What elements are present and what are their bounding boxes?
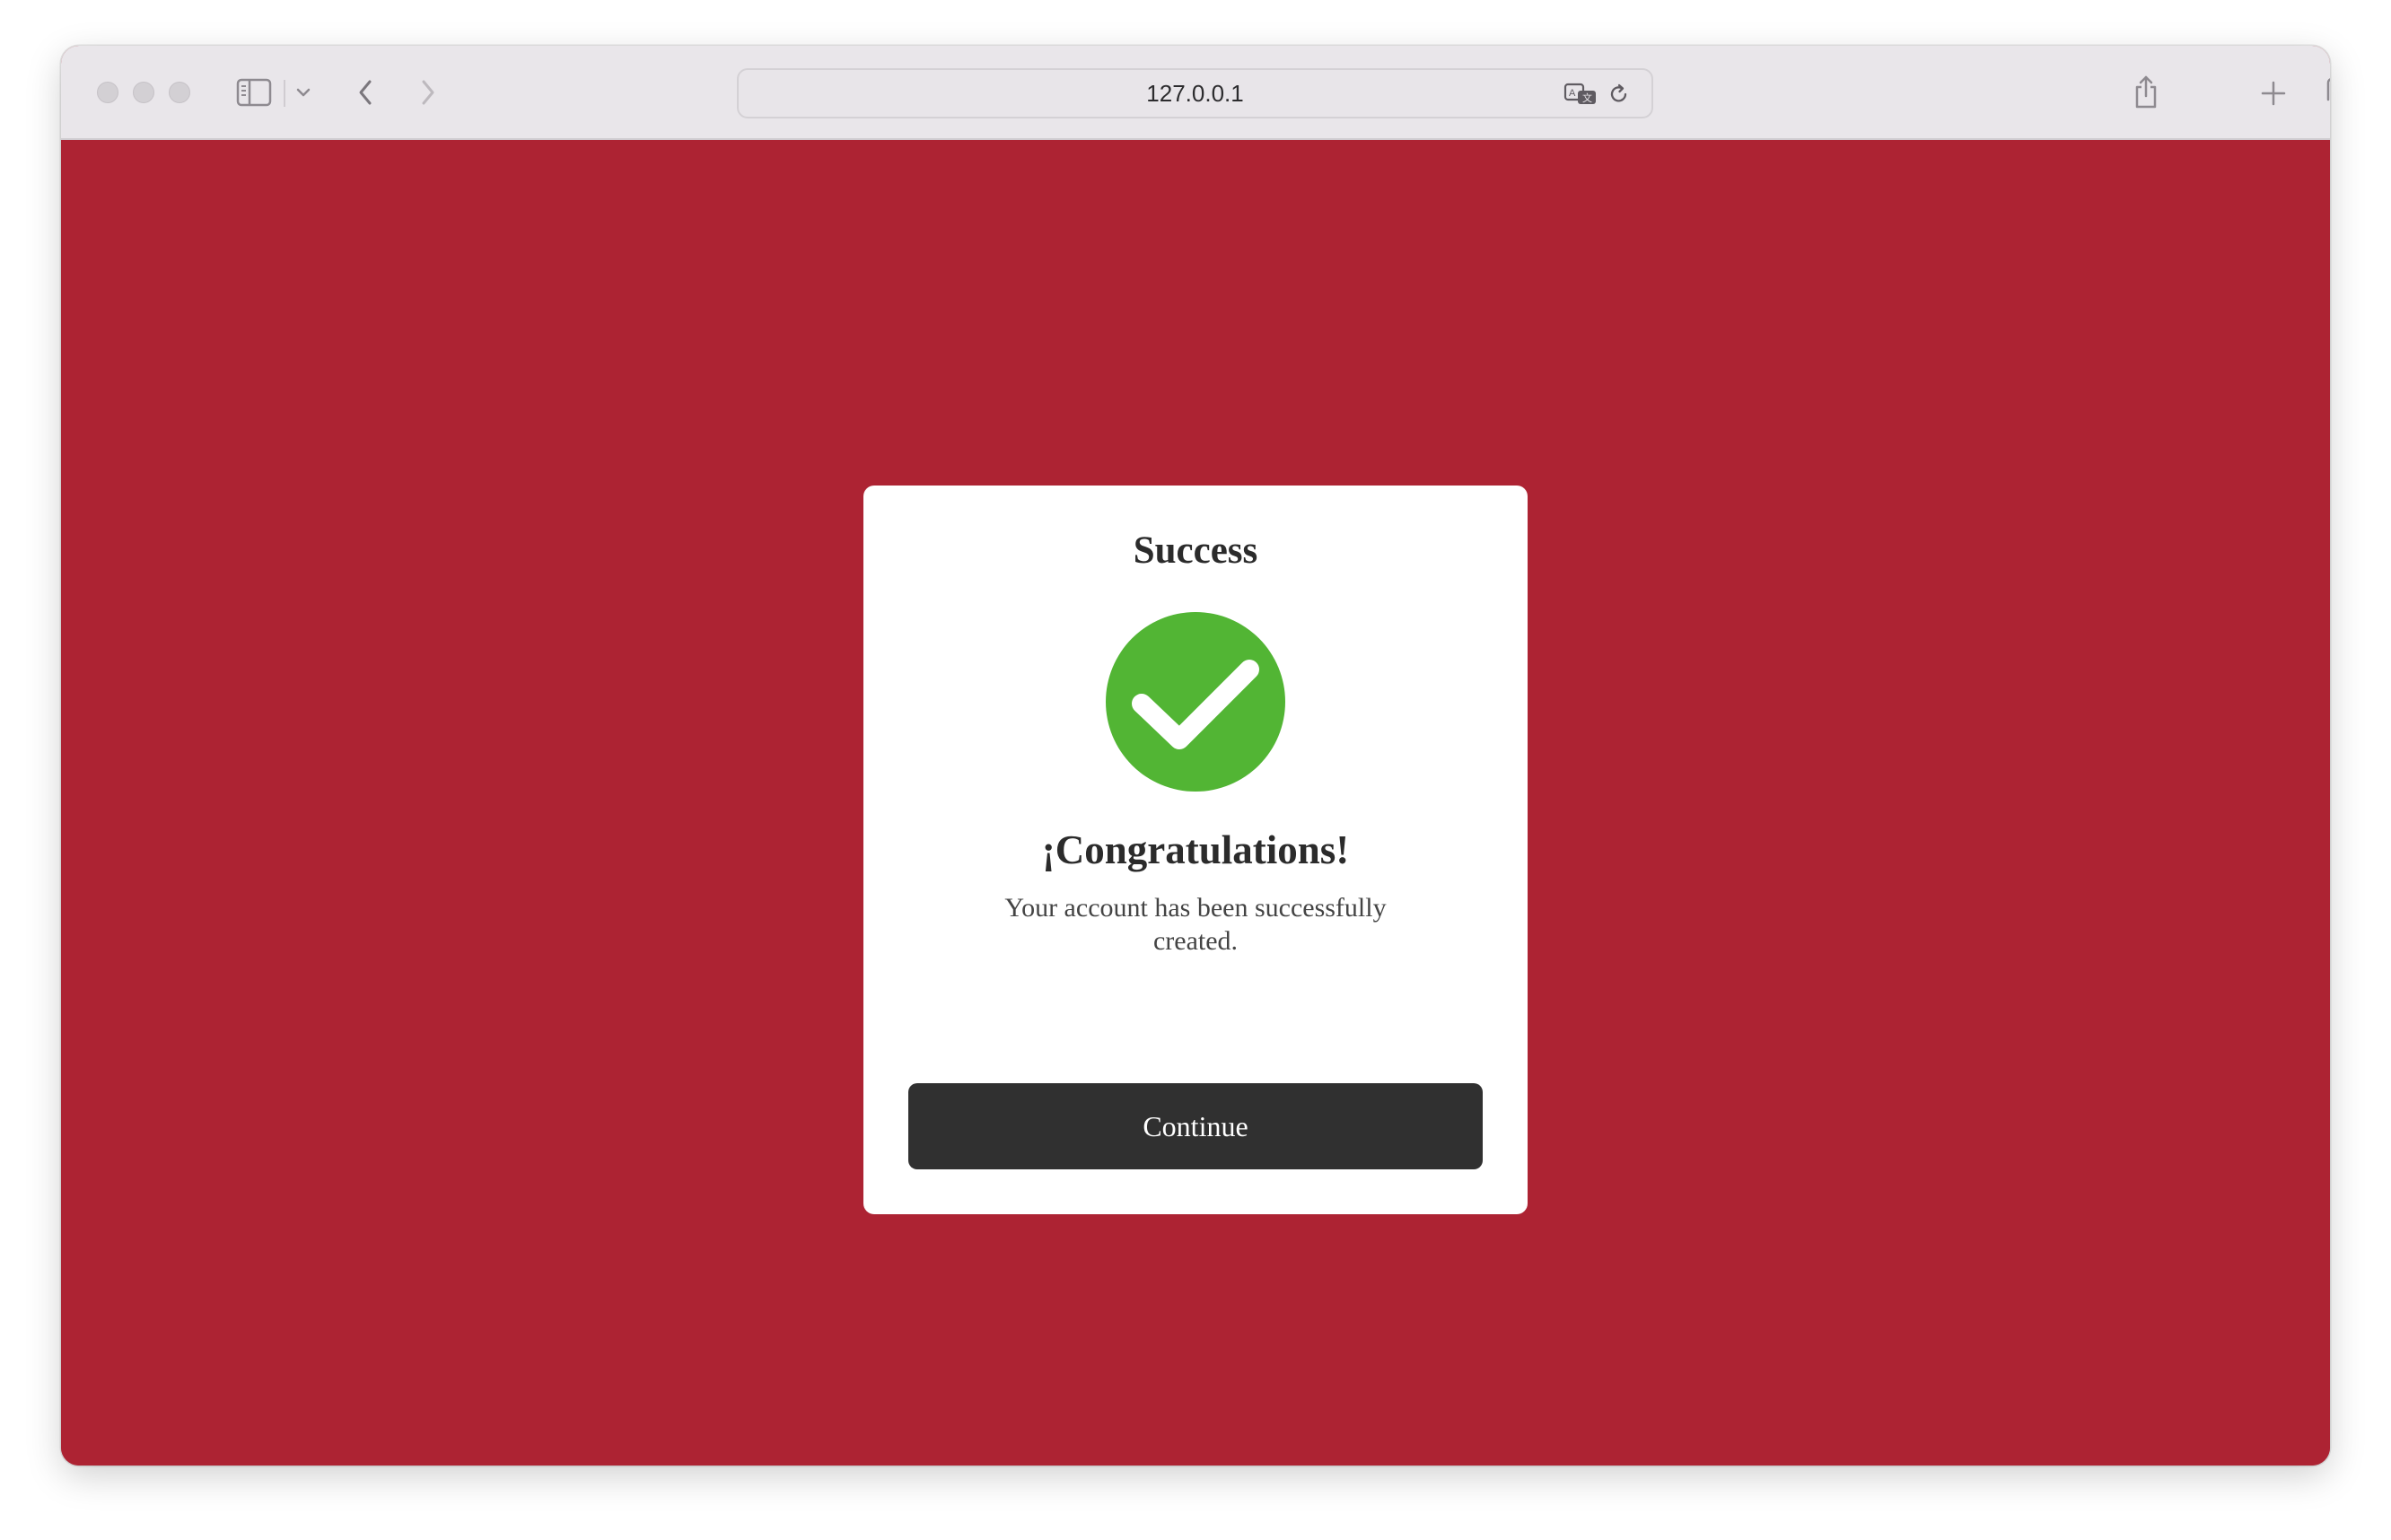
url-text: 127.0.0.1 (1146, 79, 1244, 107)
browser-window: 127.0.0.1 A 文 Success ¡Congratulations! … (61, 46, 2330, 1466)
chevron-right-icon[interactable] (415, 76, 442, 109)
success-message: Your account has been successfully creat… (1004, 893, 1387, 956)
plus-icon[interactable] (2258, 78, 2289, 109)
continue-button[interactable]: Continue (908, 1083, 1483, 1169)
reload-icon[interactable] (1606, 81, 1633, 108)
chevron-left-icon[interactable] (352, 76, 379, 109)
close-window-button[interactable] (97, 82, 118, 103)
congratulations-heading: ¡Congratulations! (1041, 827, 1350, 872)
browser-toolbar: 127.0.0.1 A 文 (61, 46, 2330, 140)
page-content: Success ¡Congratulations! Your account h… (61, 140, 2330, 1466)
svg-text:A: A (1569, 88, 1576, 99)
translate-icon[interactable]: A 文 (1563, 81, 1598, 108)
checkmark-circle-icon (1106, 612, 1285, 792)
address-bar[interactable]: 127.0.0.1 A 文 (737, 68, 1653, 118)
tabs-icon[interactable] (2323, 74, 2330, 110)
minimize-window-button[interactable] (133, 82, 154, 103)
dialog-title: Success (1133, 529, 1258, 572)
svg-text:文: 文 (1582, 92, 1592, 104)
sidebar-icon[interactable] (235, 76, 273, 109)
success-dialog: Success ¡Congratulations! Your account h… (863, 486, 1528, 1214)
toolbar-divider (284, 80, 285, 107)
chevron-down-icon[interactable] (293, 82, 314, 103)
share-icon[interactable] (2131, 71, 2161, 112)
zoom-window-button[interactable] (169, 82, 190, 103)
